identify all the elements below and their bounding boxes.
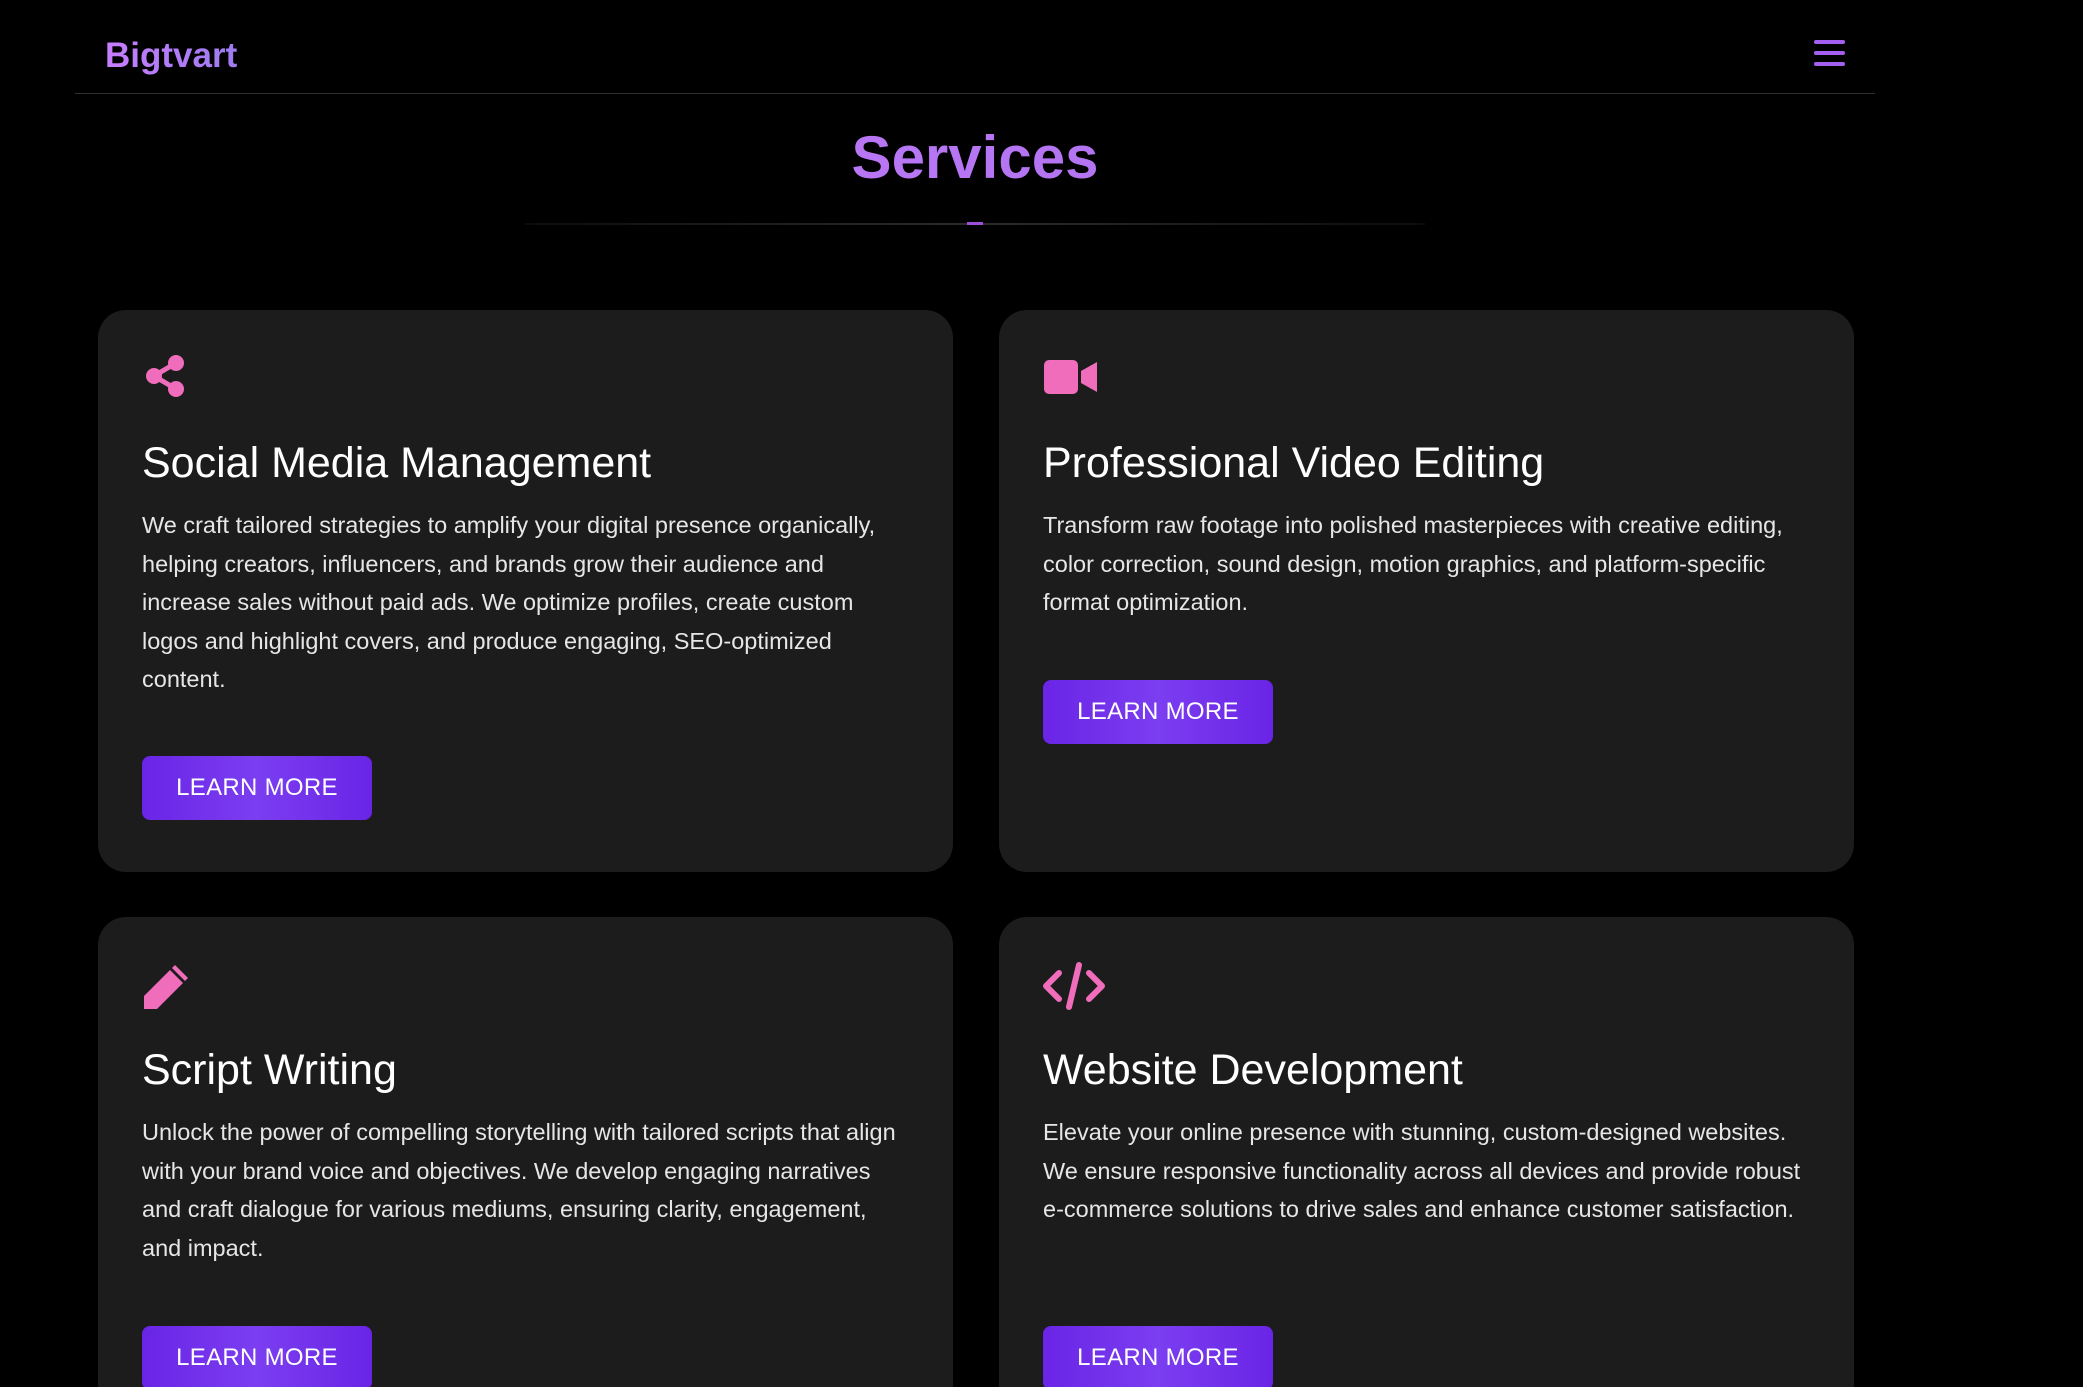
service-description: We craft tailored strategies to amplify … xyxy=(142,512,876,692)
menu-bar xyxy=(1814,40,1845,44)
section-title: Services xyxy=(0,120,1950,196)
video-camera-icon xyxy=(1043,354,1097,402)
brand-logo[interactable]: Bigtvart xyxy=(105,34,237,78)
site-header: Bigtvart xyxy=(75,0,1875,94)
learn-more-button[interactable]: LEARN MORE xyxy=(142,756,372,820)
service-card-script-writing: Script Writing Unlock the power of compe… xyxy=(98,917,953,1387)
service-title: Website Development xyxy=(1043,1046,1463,1094)
learn-more-button[interactable]: LEARN MORE xyxy=(142,1326,372,1387)
title-divider-accent xyxy=(967,222,983,225)
service-description: Elevate your online presence with stunni… xyxy=(1043,1119,1801,1222)
learn-more-button[interactable]: LEARN MORE xyxy=(1043,1326,1273,1387)
menu-bar xyxy=(1814,51,1845,55)
learn-more-button[interactable]: LEARN MORE xyxy=(1043,680,1273,744)
service-title: Script Writing xyxy=(142,1046,397,1094)
share-icon xyxy=(142,354,190,402)
service-card-social-media: Social Media Management We craft tailore… xyxy=(98,310,953,872)
pencil-icon xyxy=(142,961,190,1009)
hamburger-menu-icon[interactable] xyxy=(1814,40,1845,70)
service-description: Transform raw footage into polished mast… xyxy=(1043,512,1783,615)
code-icon xyxy=(1043,961,1105,1010)
service-card-website-development: Website Development Elevate your online … xyxy=(999,917,1854,1387)
service-title: Professional Video Editing xyxy=(1043,439,1545,487)
service-title: Social Media Management xyxy=(142,439,652,487)
service-description: Unlock the power of compelling storytell… xyxy=(142,1119,896,1261)
service-card-video-editing: Professional Video Editing Transform raw… xyxy=(999,310,1854,872)
services-page: Bigtvart Services Social Media Managemen… xyxy=(0,0,2083,1387)
menu-bar xyxy=(1814,62,1845,66)
